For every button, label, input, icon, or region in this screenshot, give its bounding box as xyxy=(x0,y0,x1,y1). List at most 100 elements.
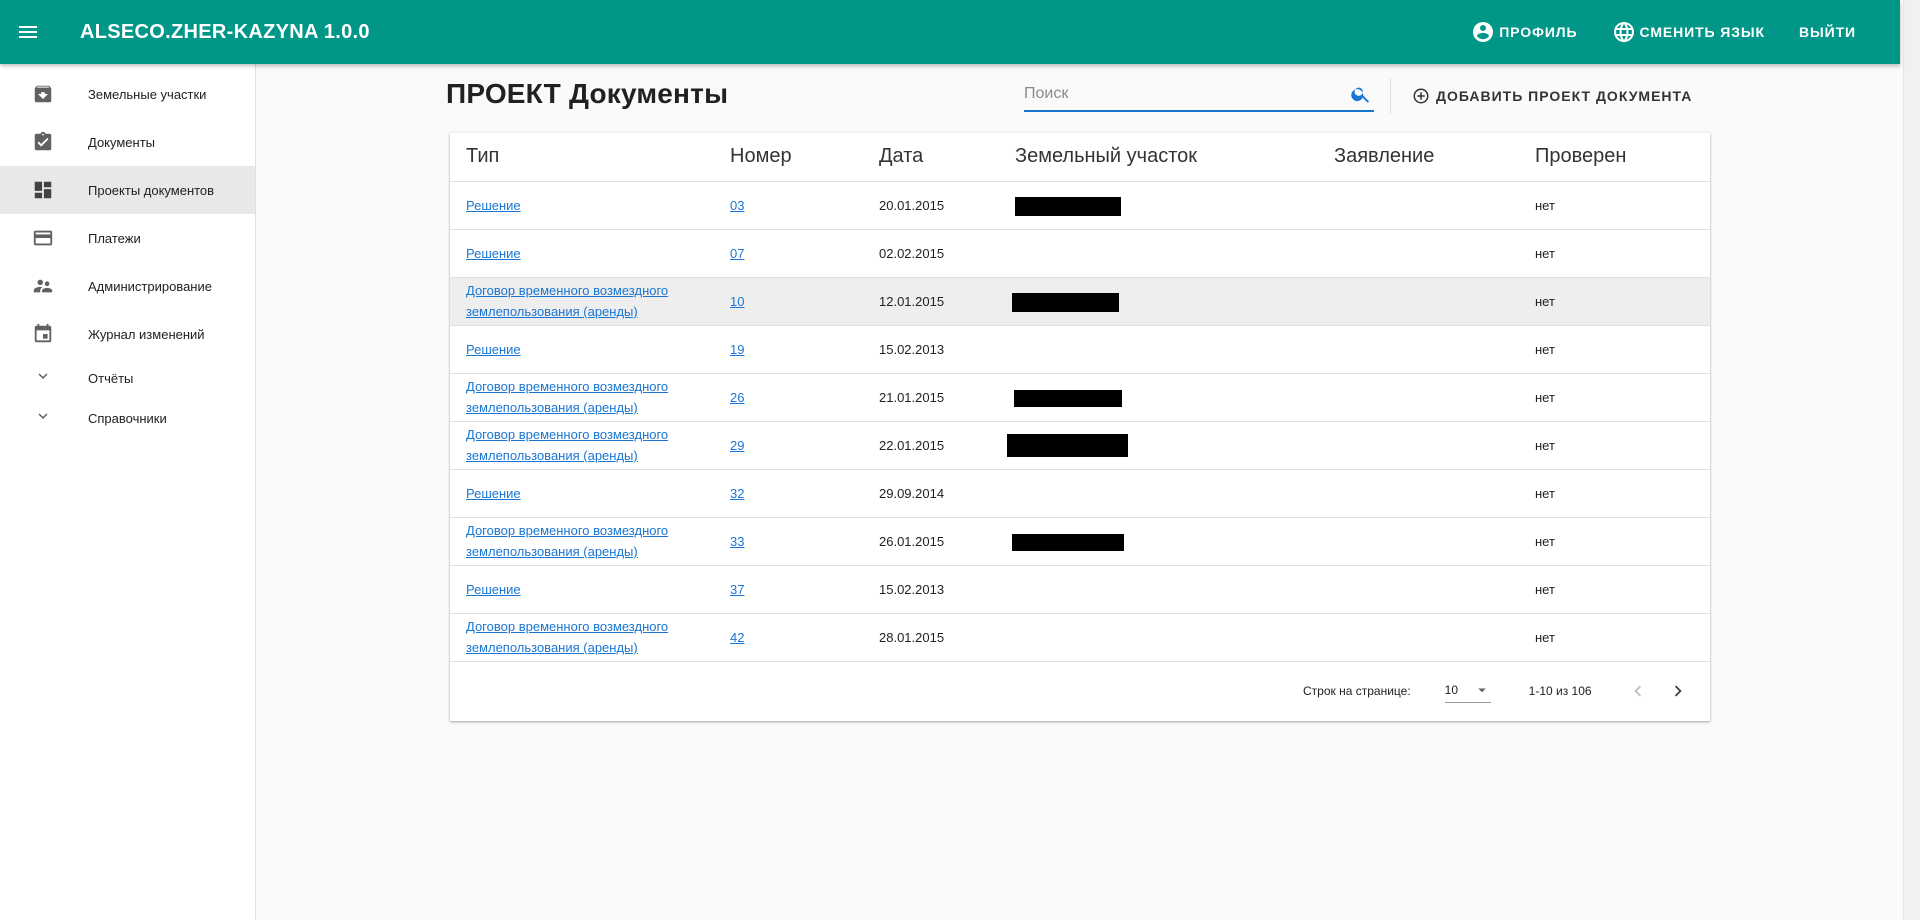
rows-per-page-select[interactable]: 10 xyxy=(1444,679,1491,703)
document-type-link[interactable]: Договор временного возмездного землеполь… xyxy=(466,619,668,655)
land-plot-cell xyxy=(999,181,1318,230)
profile-button[interactable]: ПРОФИЛЬ xyxy=(1457,12,1591,52)
profile-label: ПРОФИЛЬ xyxy=(1499,24,1578,40)
sidebar-group-label: Отчёты xyxy=(88,370,134,386)
sidebar-item-label: Документы xyxy=(88,134,156,150)
document-type-link[interactable]: Решение xyxy=(466,582,521,597)
document-number-link[interactable]: 42 xyxy=(730,630,744,645)
checked-cell: нет xyxy=(1519,517,1710,566)
document-number-link[interactable]: 19 xyxy=(730,342,744,357)
application-cell xyxy=(1318,613,1519,662)
document-type-link[interactable]: Договор временного возмездного землеполь… xyxy=(466,379,668,415)
chevron-left-icon xyxy=(1633,685,1641,696)
document-type-link[interactable]: Договор временного возмездного землеполь… xyxy=(466,523,668,559)
land-plot-cell xyxy=(999,469,1318,518)
column-header-land-plot[interactable]: Земельный участок xyxy=(999,133,1318,182)
table-row[interactable]: Договор временного возмездного землеполь… xyxy=(450,613,1710,662)
chevron-right-icon xyxy=(1674,685,1682,696)
app-title: ALSECO.ZHER-KAZYNA 1.0.0 xyxy=(80,20,370,43)
sidebar-item-land-plots[interactable]: Земельные участки xyxy=(0,70,255,118)
people-icon xyxy=(33,279,53,293)
search-input[interactable] xyxy=(1024,85,1350,103)
checked-cell: нет xyxy=(1519,277,1710,326)
change-language-button[interactable]: СМЕНИТЬ ЯЗЫК xyxy=(1598,12,1780,52)
table-row[interactable]: Решение 03 20.01.2015 нет xyxy=(450,181,1710,230)
previous-page-button[interactable] xyxy=(1618,671,1658,711)
search-field xyxy=(1024,78,1374,112)
table-row[interactable]: Договор временного возмездного землеполь… xyxy=(450,421,1710,470)
document-number-link[interactable]: 32 xyxy=(730,486,744,501)
sidebar-item-change-log[interactable]: Журнал изменений xyxy=(0,310,255,358)
document-date: 15.02.2013 xyxy=(863,325,999,374)
application-cell xyxy=(1318,229,1519,278)
document-number-link[interactable]: 26 xyxy=(730,390,744,405)
dashboard-icon xyxy=(34,181,52,199)
table-row[interactable]: Решение 32 29.09.2014 нет xyxy=(450,469,1710,518)
application-cell xyxy=(1318,325,1519,374)
sidebar-item-payments[interactable]: Платежи xyxy=(0,214,255,262)
document-type-link[interactable]: Договор временного возмездного землеполь… xyxy=(466,427,668,463)
assignment-check-icon xyxy=(34,131,52,151)
sidebar-group-label: Справочники xyxy=(88,410,167,426)
application-cell xyxy=(1318,565,1519,614)
document-date: 20.01.2015 xyxy=(863,181,999,230)
document-date: 21.01.2015 xyxy=(863,373,999,422)
document-date: 02.02.2015 xyxy=(863,229,999,278)
logout-button[interactable]: ВЫЙТИ xyxy=(1785,12,1870,52)
document-number-link[interactable]: 37 xyxy=(730,582,744,597)
menu-button[interactable] xyxy=(0,0,56,64)
document-number-link[interactable]: 03 xyxy=(730,198,744,213)
sidebar-item-label: Администрирование xyxy=(88,278,212,294)
rows-per-page-value: 10 xyxy=(1444,683,1459,697)
sidebar-group-references[interactable]: Справочники xyxy=(0,398,255,438)
logout-label: ВЫЙТИ xyxy=(1799,24,1856,40)
table-row[interactable]: Договор временного возмездного землеполь… xyxy=(450,277,1710,326)
column-header-date[interactable]: Дата xyxy=(863,133,999,182)
column-header-application[interactable]: Заявление xyxy=(1318,133,1519,182)
table-row[interactable]: Решение 07 02.02.2015 нет xyxy=(450,229,1710,278)
document-type-link[interactable]: Договор временного возмездного землеполь… xyxy=(466,283,668,319)
sidebar: Земельные участки Документы Проекты доку… xyxy=(0,64,256,920)
account-circle-icon xyxy=(1473,22,1494,42)
document-date: 15.02.2013 xyxy=(863,565,999,614)
add-circle-outline-icon xyxy=(1413,88,1429,104)
application-cell xyxy=(1318,421,1519,470)
sidebar-item-documents[interactable]: Документы xyxy=(0,118,255,166)
document-number-link[interactable]: 33 xyxy=(730,534,744,549)
redaction-block xyxy=(1007,433,1128,457)
page-scrollbar[interactable] xyxy=(1903,0,1920,920)
land-plot-cell xyxy=(999,421,1318,470)
checked-cell: нет xyxy=(1519,181,1710,230)
next-page-button[interactable] xyxy=(1658,671,1698,711)
app-bar: ALSECO.ZHER-KAZYNA 1.0.0 ПРОФИЛЬ СМЕНИТЬ… xyxy=(0,0,1900,64)
document-type-link[interactable]: Решение xyxy=(466,342,521,357)
table-row[interactable]: Договор временного возмездного землеполь… xyxy=(450,517,1710,566)
calendar-icon xyxy=(34,323,52,343)
column-header-number[interactable]: Номер xyxy=(714,133,863,182)
column-header-checked[interactable]: Проверен xyxy=(1519,133,1710,182)
sidebar-group-reports[interactable]: Отчёты xyxy=(0,358,255,398)
document-type-link[interactable]: Решение xyxy=(466,486,521,501)
document-number-link[interactable]: 10 xyxy=(730,294,744,309)
column-header-type[interactable]: Тип xyxy=(450,133,714,182)
sidebar-item-document-projects[interactable]: Проекты документов xyxy=(0,166,255,214)
document-type-link[interactable]: Решение xyxy=(466,246,521,261)
sidebar-item-administration[interactable]: Администрирование xyxy=(0,262,255,310)
credit-card-icon xyxy=(33,230,53,246)
add-document-project-button[interactable]: ДОБАВИТЬ ПРОЕКТ ДОКУМЕНТА xyxy=(1412,82,1692,110)
document-type-link[interactable]: Решение xyxy=(466,198,521,213)
header-divider xyxy=(1390,78,1391,114)
table-row[interactable]: Решение 19 15.02.2013 нет xyxy=(450,325,1710,374)
documents-table: Тип Номер Дата Земельный участок Заявлен… xyxy=(450,133,1710,662)
application-cell xyxy=(1318,181,1519,230)
document-number-link[interactable]: 29 xyxy=(730,438,744,453)
sidebar-item-label: Журнал изменений xyxy=(88,326,205,342)
application-cell xyxy=(1318,277,1519,326)
document-number-link[interactable]: 07 xyxy=(730,246,744,261)
pagination-range: 1-10 из 106 xyxy=(1528,683,1592,698)
table-row[interactable]: Договор временного возмездного землеполь… xyxy=(450,373,1710,422)
rows-per-page-label: Строк на странице: xyxy=(1303,683,1411,698)
checked-cell: нет xyxy=(1519,565,1710,614)
search-icon[interactable] xyxy=(1350,83,1372,105)
table-row[interactable]: Решение 37 15.02.2013 нет xyxy=(450,565,1710,614)
